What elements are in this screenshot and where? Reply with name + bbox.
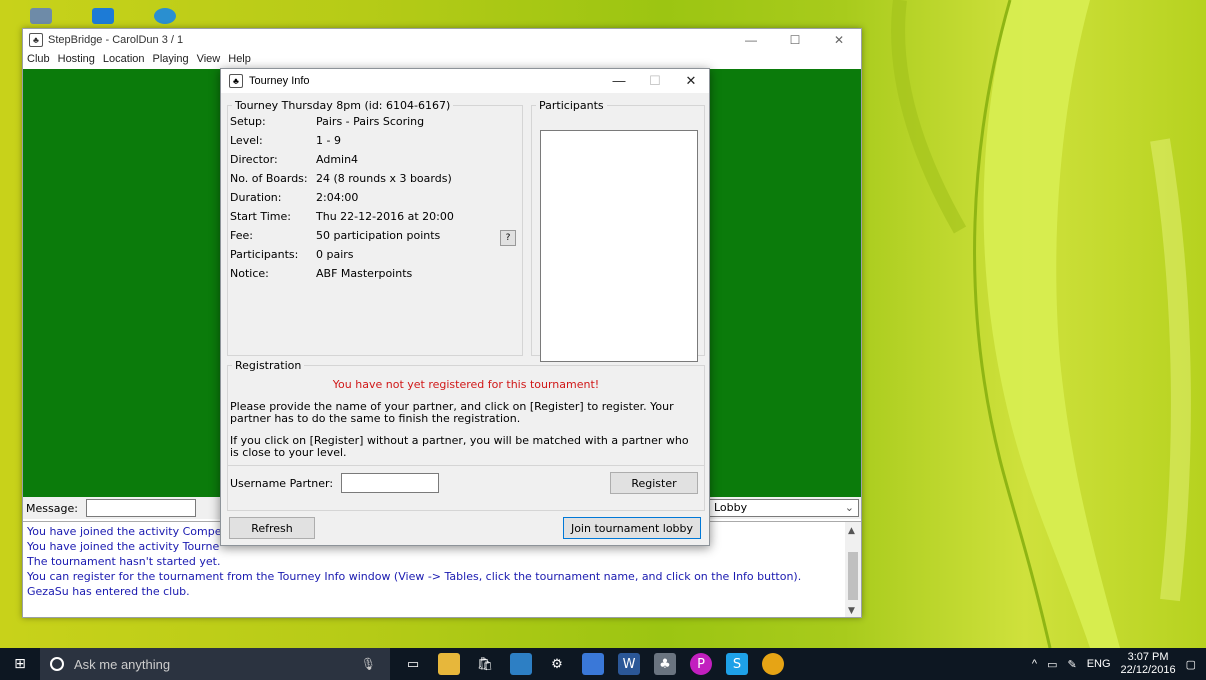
info-row-director: Director: Admin4 — [230, 153, 359, 166]
partner-label: Username Partner: — [230, 476, 334, 490]
menu-location[interactable]: Location — [103, 53, 145, 65]
registration-instructions: Please provide the name of your partner,… — [230, 400, 674, 425]
join-tournament-lobby-button[interactable]: Join tournament lobby — [563, 517, 701, 539]
message-label: Message: — [26, 501, 78, 515]
scroll-up-icon[interactable]: ▲ — [848, 524, 855, 539]
main-menu-bar: Club Hosting Location Playing View Help — [23, 51, 861, 67]
chrome-icon[interactable] — [762, 653, 784, 675]
browser-icon[interactable] — [154, 8, 176, 24]
main-window-title: StepBridge - CarolDun 3 / 1 — [48, 34, 184, 46]
log-line: GezaSu has entered the club. — [27, 585, 190, 598]
registration-warning: You have not yet registered for this tou… — [332, 378, 600, 391]
maximize-icon: ☐ — [649, 73, 661, 88]
system-tray: ^ ▭ ✎ ENG 3:07 PM 22/12/2016 ▢ — [1032, 651, 1196, 677]
message-input[interactable] — [86, 499, 196, 517]
divider — [228, 465, 704, 466]
partner-row: Username Partner: Register — [228, 472, 704, 494]
document-icon[interactable] — [582, 653, 604, 675]
lobby-select-value: Lobby — [714, 501, 748, 514]
scroll-thumb[interactable] — [848, 552, 858, 600]
info-row-boards: No. of Boards: 24 (8 rounds x 3 boards) — [230, 172, 452, 185]
registration-legend: Registration — [235, 359, 302, 372]
minimize-icon[interactable]: — — [729, 33, 773, 47]
search-placeholder: Ask me anything — [74, 656, 171, 672]
menu-playing[interactable]: Playing — [153, 53, 189, 65]
menu-hosting[interactable]: Hosting — [58, 53, 95, 65]
info-row-start-time: Start Time: Thu 22-12-2016 at 20:00 — [230, 210, 454, 223]
close-icon[interactable]: ✕ — [817, 33, 861, 47]
clock-date: 22/12/2016 — [1120, 664, 1176, 676]
stepbridge-app-icon: ♣ — [29, 33, 43, 47]
info-row-level: Level: 1 - 9 — [230, 134, 341, 147]
pen-icon[interactable]: ✎ — [1067, 658, 1076, 671]
log-line: You can register for the tournament from… — [27, 570, 802, 583]
fee-help-button[interactable]: ? — [500, 230, 516, 246]
store-icon[interactable]: 🛍 — [474, 653, 496, 675]
registration-auto-match-note: If you click on [Register] without a par… — [230, 434, 689, 459]
maximize-icon[interactable]: ☐ — [773, 33, 817, 47]
menu-view[interactable]: View — [197, 53, 221, 65]
tourney-info-legend: Tourney Thursday 8pm (id: 6104-6167) — [235, 99, 451, 112]
photos-icon[interactable] — [510, 653, 532, 675]
windows-start-icon[interactable]: ⊞ — [0, 656, 40, 672]
action-center-icon[interactable]: ▢ — [1186, 658, 1196, 671]
stepbridge-taskbar-icon[interactable]: ♣ — [654, 653, 676, 675]
lobby-select[interactable]: Lobby ⌄ — [709, 499, 859, 517]
language-indicator[interactable]: ENG — [1087, 658, 1111, 670]
battery-icon[interactable]: ▭ — [1047, 658, 1057, 671]
chevron-down-icon: ⌄ — [844, 501, 854, 514]
store-icon[interactable] — [92, 8, 114, 24]
file-explorer-icon[interactable] — [438, 653, 460, 675]
scroll-down-icon[interactable]: ▼ — [848, 604, 855, 617]
info-row-setup: Setup: Pairs - Pairs Scoring — [230, 115, 425, 128]
cortana-search-box[interactable]: Ask me anything 🎙 — [40, 648, 390, 680]
stepbridge-app-icon: ♣ — [229, 74, 243, 88]
chevron-up-icon[interactable]: ^ — [1032, 658, 1037, 670]
tourney-info-dialog: ♣ Tourney Info — ☐ ✕ Tourney Thursday 8p… — [220, 68, 710, 546]
dialog-title-bar[interactable]: ♣ Tourney Info — ☐ ✕ — [221, 69, 709, 93]
participants-legend: Participants — [539, 99, 604, 112]
info-row-duration: Duration: 2:04:00 — [230, 191, 359, 204]
minimize-icon[interactable]: — — [601, 73, 637, 89]
info-row-notice: Notice: ABF Masterpoints — [230, 267, 413, 280]
info-row-participants: Participants: 0 pairs — [230, 248, 354, 261]
participants-list[interactable] — [540, 130, 698, 362]
tourney-info-group: Tourney Thursday 8pm (id: 6104-6167) Set… — [227, 99, 523, 356]
desktop-icons — [30, 8, 176, 24]
cortana-icon — [50, 657, 64, 671]
desktop-leaf-wallpaper — [891, 0, 1191, 648]
participants-group: Participants — [531, 99, 705, 362]
taskbar: ⊞ Ask me anything 🎙 ▭ 🛍 ⚙ W ♣ P S ^ ▭ ✎ … — [0, 648, 1206, 680]
word-icon[interactable]: W — [618, 653, 640, 675]
recycle-bin-icon[interactable] — [30, 8, 52, 24]
info-row-fee: Fee: 50 participation points — [230, 229, 441, 242]
partner-username-input[interactable] — [341, 473, 440, 493]
menu-help[interactable]: Help — [228, 53, 251, 65]
taskbar-apps: ▭ 🛍 ⚙ W ♣ P S — [402, 653, 784, 675]
clock-time: 3:07 PM — [1127, 651, 1169, 663]
register-button[interactable]: Register — [610, 472, 698, 494]
main-title-bar[interactable]: ♣ StepBridge - CarolDun 3 / 1 — ☐ ✕ — [23, 29, 861, 51]
task-view-icon[interactable]: ▭ — [402, 653, 424, 675]
settings-gear-icon[interactable]: ⚙ — [546, 653, 568, 675]
log-line: The tournament hasn't started yet. — [27, 555, 221, 568]
refresh-button[interactable]: Refresh — [229, 517, 315, 539]
microphone-icon[interactable]: 🎙 — [361, 657, 376, 671]
registration-group: Registration You have not yet registered… — [227, 359, 705, 511]
clock[interactable]: 3:07 PM 22/12/2016 — [1121, 651, 1176, 677]
menu-club[interactable]: Club — [27, 53, 50, 65]
log-scrollbar[interactable]: ▲ ▼ — [845, 522, 861, 617]
close-icon[interactable]: ✕ — [673, 73, 709, 89]
skype-icon[interactable]: S — [726, 653, 748, 675]
p-app-icon[interactable]: P — [690, 653, 712, 675]
dialog-title: Tourney Info — [249, 75, 310, 87]
